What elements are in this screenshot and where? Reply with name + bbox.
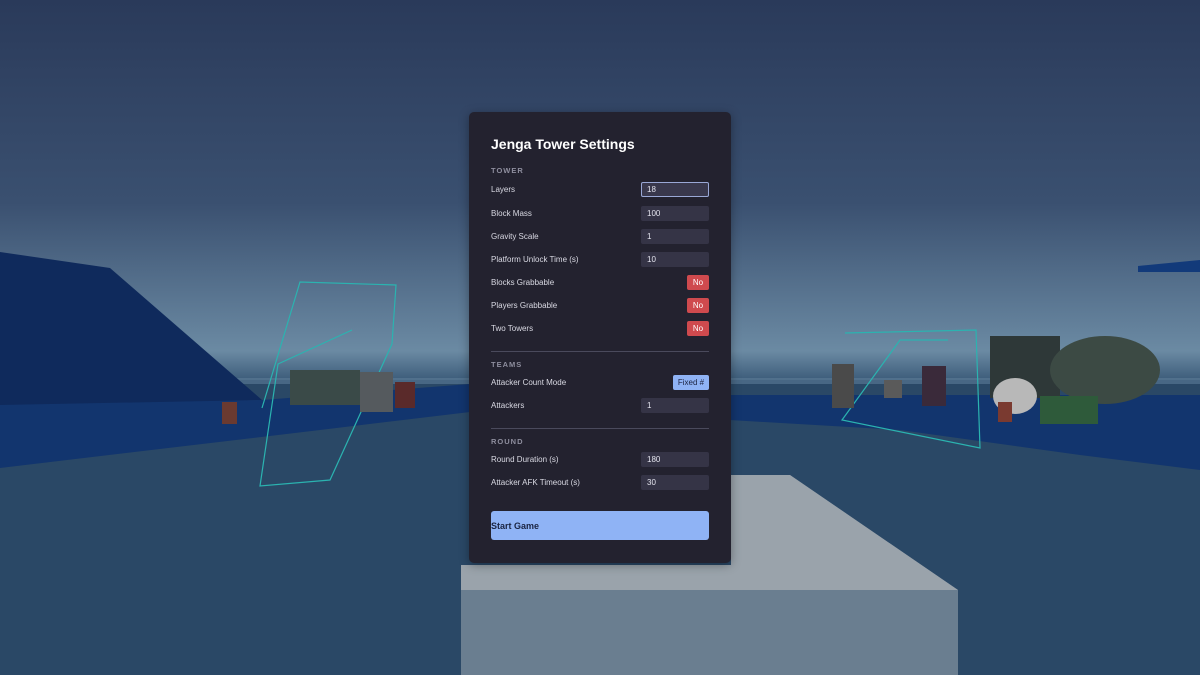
round-duration-label: Round Duration (s) bbox=[491, 454, 559, 464]
layers-label: Layers bbox=[491, 184, 516, 194]
left-ramp bbox=[0, 252, 262, 408]
attacker-count-mode-toggle[interactable]: Fixed # bbox=[673, 374, 709, 390]
attackers-row: Attackers bbox=[491, 397, 709, 413]
platform-unlock-input[interactable] bbox=[641, 251, 709, 267]
players-grabbable-label: Players Grabbable bbox=[491, 300, 558, 310]
start-game-button[interactable]: Start Game bbox=[491, 511, 709, 540]
two-towers-row: Two Towers No bbox=[491, 320, 709, 336]
afk-timeout-label: Attacker AFK Timeout (s) bbox=[491, 477, 580, 487]
gravity-scale-label: Gravity Scale bbox=[491, 231, 539, 241]
gravity-scale-row: Gravity Scale bbox=[491, 228, 709, 244]
blocks-grabbable-row: Blocks Grabbable No bbox=[491, 274, 709, 290]
block-mass-label: Block Mass bbox=[491, 208, 532, 218]
players-grabbable-row: Players Grabbable No bbox=[491, 297, 709, 313]
attacker-count-mode-row: Attacker Count Mode Fixed # bbox=[491, 374, 709, 390]
right-vessel bbox=[1050, 336, 1160, 404]
gravity-scale-input[interactable] bbox=[641, 228, 709, 244]
settings-panel: Jenga Tower Settings TOWER Layers Block … bbox=[469, 112, 731, 563]
left-vehicle bbox=[290, 370, 360, 405]
start-game-label: Start Game bbox=[491, 520, 540, 531]
section-tower-label: TOWER bbox=[491, 166, 524, 175]
platform-unlock-row: Platform Unlock Time (s) bbox=[491, 251, 709, 267]
two-towers-label: Two Towers bbox=[491, 323, 534, 333]
block-mass-row: Block Mass bbox=[491, 205, 709, 221]
panel-title: Jenga Tower Settings bbox=[491, 136, 635, 152]
players-grabbable-toggle[interactable]: No bbox=[687, 297, 709, 313]
layers-row: Layers bbox=[491, 181, 709, 197]
afk-timeout-input[interactable] bbox=[641, 474, 709, 490]
blocks-grabbable-toggle[interactable]: No bbox=[687, 274, 709, 290]
layers-input[interactable] bbox=[641, 181, 709, 197]
section-divider bbox=[491, 351, 709, 352]
section-divider bbox=[491, 428, 709, 429]
section-round-label: ROUND bbox=[491, 437, 524, 446]
attacker-count-mode-label: Attacker Count Mode bbox=[491, 377, 567, 387]
blocks-grabbable-label: Blocks Grabbable bbox=[491, 277, 555, 287]
round-duration-input[interactable] bbox=[641, 451, 709, 467]
afk-timeout-row: Attacker AFK Timeout (s) bbox=[491, 474, 709, 490]
round-duration-row: Round Duration (s) bbox=[491, 451, 709, 467]
section-teams-label: TEAMS bbox=[491, 360, 523, 369]
block-mass-input[interactable] bbox=[641, 205, 709, 221]
attackers-label: Attackers bbox=[491, 400, 525, 410]
two-towers-toggle[interactable]: No bbox=[687, 320, 709, 336]
attackers-input[interactable] bbox=[641, 397, 709, 413]
right-ledge bbox=[1138, 260, 1200, 272]
platform-unlock-label: Platform Unlock Time (s) bbox=[491, 254, 579, 264]
